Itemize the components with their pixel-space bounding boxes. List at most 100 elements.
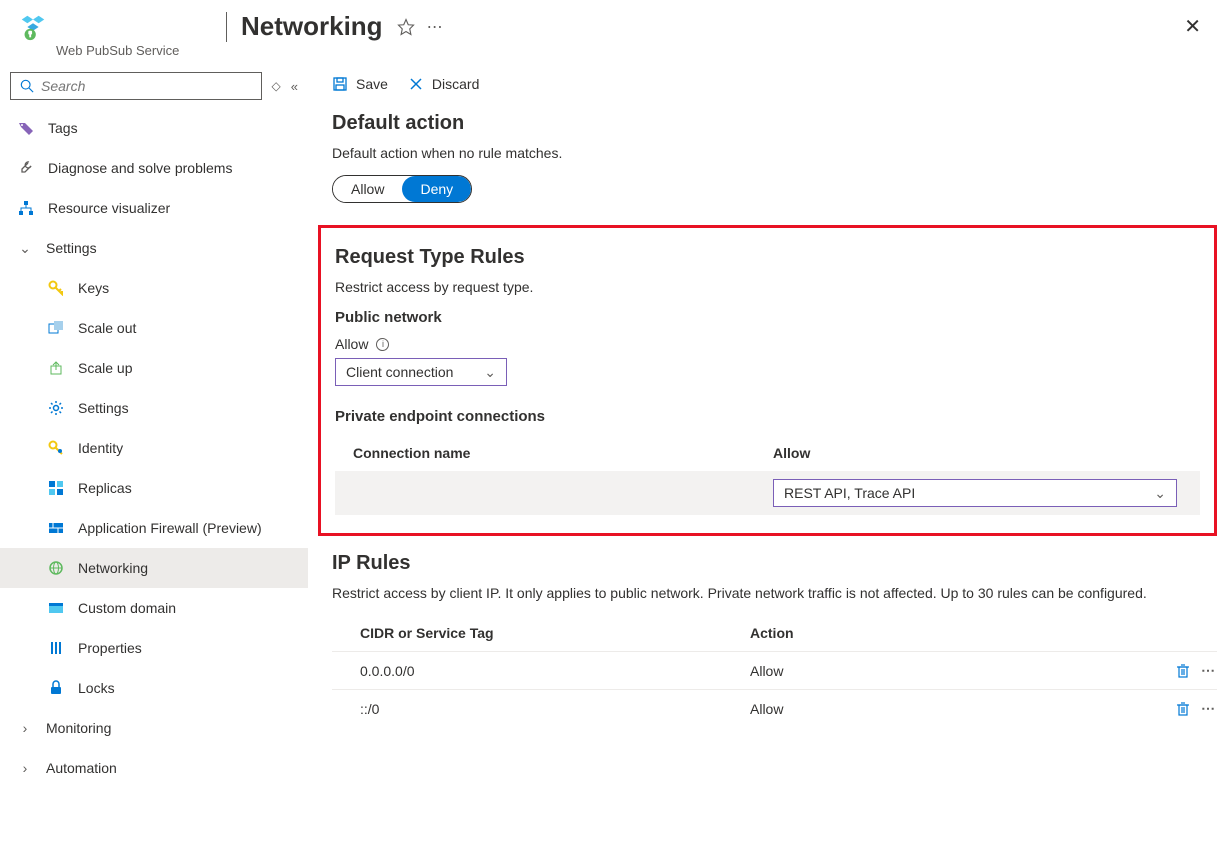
sidebar-item-label: Settings [78,400,304,416]
request-rules-desc: Restrict access by request type. [335,279,1200,295]
sidebar-item-label: Scale out [78,320,304,336]
sidebar-item-label: Custom domain [78,600,304,616]
ip-rule-row: 0.0.0.0/0 Allow ⋯ [332,652,1217,690]
col-action: Action [750,625,1217,641]
sidebar-item-diagnose[interactable]: Diagnose and solve problems [0,148,308,188]
scale-out-icon [48,320,64,336]
key-icon [48,280,64,296]
search-icon [19,78,35,94]
sidebar-item-label: Networking [78,560,304,576]
wrench-icon [18,160,34,176]
sidebar-item-label: Application Firewall (Preview) [78,520,304,536]
properties-icon [48,640,64,656]
sidebar-item-label: Settings [46,240,304,256]
save-button[interactable]: Save [332,76,388,92]
sidebar-item-scale-out[interactable]: Scale out [0,308,308,348]
info-icon[interactable]: i [376,338,389,351]
discard-label: Discard [432,76,479,92]
sidebar-section-automation[interactable]: › Automation [0,748,308,788]
favorite-star-icon[interactable] [397,18,415,36]
identity-icon [48,440,64,456]
cidr-value: 0.0.0.0/0 [360,663,750,679]
discard-icon [408,76,424,92]
default-action-toggle: Allow Deny [332,175,472,203]
chevron-right-icon: › [18,760,32,776]
sort-icon[interactable]: ◇ [272,79,281,93]
sidebar-item-label: Scale up [78,360,304,376]
action-value: Allow [750,701,1175,717]
private-endpoint-row: REST API, Trace API ⌄ [335,471,1200,515]
network-icon [48,560,64,576]
sidebar-item-label: Properties [78,640,304,656]
delete-icon[interactable] [1175,663,1191,679]
ip-rule-row: ::/0 Allow ⋯ [332,690,1217,727]
scale-up-icon [48,360,64,376]
public-network-heading: Public network [335,309,1200,326]
default-action-desc: Default action when no rule matches. [332,145,1217,161]
sidebar-item-keys[interactable]: Keys [0,268,308,308]
row-more-icon[interactable]: ⋯ [1201,662,1217,679]
ip-rules-title: IP Rules [332,552,1217,575]
ip-rules-desc: Restrict access by client IP. It only ap… [332,585,1217,601]
col-cidr: CIDR or Service Tag [360,625,750,641]
sidebar-item-scale-up[interactable]: Scale up [0,348,308,388]
sidebar-item-tags[interactable]: Tags [0,108,308,148]
col-connection-name: Connection name [353,445,773,461]
toggle-allow[interactable]: Allow [333,176,402,202]
chevron-down-icon: ⌄ [1154,485,1166,502]
sidebar-item-identity[interactable]: Identity [0,428,308,468]
search-input[interactable] [41,78,253,94]
toggle-deny[interactable]: Deny [402,176,471,202]
header-divider [226,12,227,42]
more-actions-icon[interactable]: ⋯ [427,17,444,37]
dropdown-value: Client connection [346,364,453,380]
main-content: Save Discard Default action Default acti… [308,64,1227,851]
firewall-icon [48,520,64,536]
public-allow-dropdown[interactable]: Client connection ⌄ [335,358,507,386]
sidebar: ◇ « Tags Diagnose and solve problems Res… [0,64,308,851]
sidebar-item-label: Monitoring [46,720,304,736]
lock-icon [48,680,64,696]
tag-icon [18,120,34,136]
page-title: Networking [241,11,383,42]
ip-rules-header: CIDR or Service Tag Action [332,615,1217,652]
col-allow: Allow [773,445,1182,461]
request-rules-title: Request Type Rules [335,246,1200,269]
sidebar-item-label: Replicas [78,480,304,496]
save-icon [332,76,348,92]
service-type-label: Web PubSub Service [56,43,1227,58]
sidebar-item-custom-domain[interactable]: Custom domain [0,588,308,628]
dropdown-value: REST API, Trace API [784,485,915,501]
domain-icon [48,600,64,616]
allow-label: Allow [335,336,368,352]
sidebar-item-networking[interactable]: Networking [0,548,308,588]
sidebar-item-locks[interactable]: Locks [0,668,308,708]
search-input-container[interactable] [10,72,262,100]
sidebar-item-properties[interactable]: Properties [0,628,308,668]
service-icon [18,12,48,42]
sidebar-section-settings[interactable]: ⌄ Settings [0,228,308,268]
close-icon[interactable]: ✕ [1176,10,1209,43]
sidebar-item-replicas[interactable]: Replicas [0,468,308,508]
collapse-sidebar-icon[interactable]: « [291,79,298,94]
private-allow-dropdown[interactable]: REST API, Trace API ⌄ [773,479,1177,507]
sidebar-item-label: Automation [46,760,304,776]
sidebar-item-label: Resource visualizer [48,200,304,216]
chevron-down-icon: ⌄ [484,364,496,381]
gear-icon [48,400,64,416]
delete-icon[interactable] [1175,701,1191,717]
private-endpoint-heading: Private endpoint connections [335,408,1200,425]
discard-button[interactable]: Discard [408,76,479,92]
row-more-icon[interactable]: ⋯ [1201,700,1217,717]
replicas-icon [48,480,64,496]
sidebar-item-resource-visualizer[interactable]: Resource visualizer [0,188,308,228]
sidebar-item-app-firewall[interactable]: Application Firewall (Preview) [0,508,308,548]
sidebar-item-label: Locks [78,680,304,696]
sidebar-item-label: Tags [48,120,304,136]
request-type-rules-section: Request Type Rules Restrict access by re… [318,225,1217,536]
sidebar-section-monitoring[interactable]: › Monitoring [0,708,308,748]
sidebar-item-settings-sub[interactable]: Settings [0,388,308,428]
default-action-title: Default action [332,112,1217,135]
sidebar-item-label: Diagnose and solve problems [48,160,304,176]
sidebar-item-label: Identity [78,440,304,456]
